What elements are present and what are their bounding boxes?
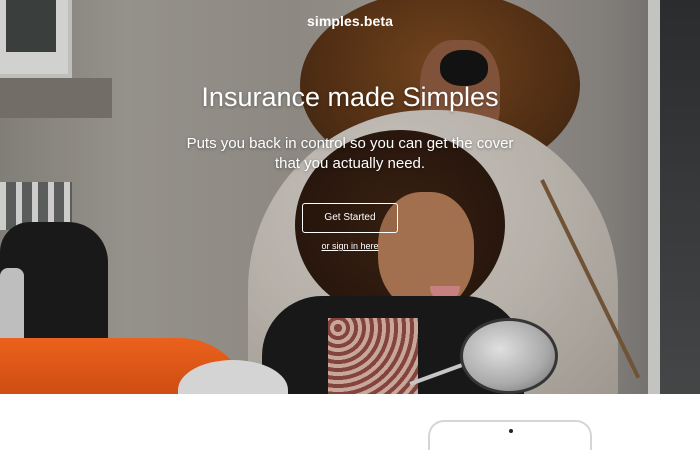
below-fold-section (0, 394, 700, 450)
hero-section: simples.beta Insurance made Simples Puts… (0, 0, 700, 394)
phone-camera-icon (509, 429, 513, 433)
logo-text: simples (306, 13, 360, 29)
hero-overlay (0, 0, 700, 394)
sign-in-link[interactable]: or sign in here (0, 241, 700, 251)
logo-suffix: beta (363, 13, 394, 29)
hero-headline: Insurance made Simples (201, 82, 499, 112)
hero-subtext: Puts you back in control so you can get … (186, 135, 514, 172)
site-logo[interactable]: simples.beta (0, 13, 700, 29)
get-started-button[interactable]: Get Started (302, 203, 398, 233)
phone-mockup-icon (428, 420, 592, 450)
